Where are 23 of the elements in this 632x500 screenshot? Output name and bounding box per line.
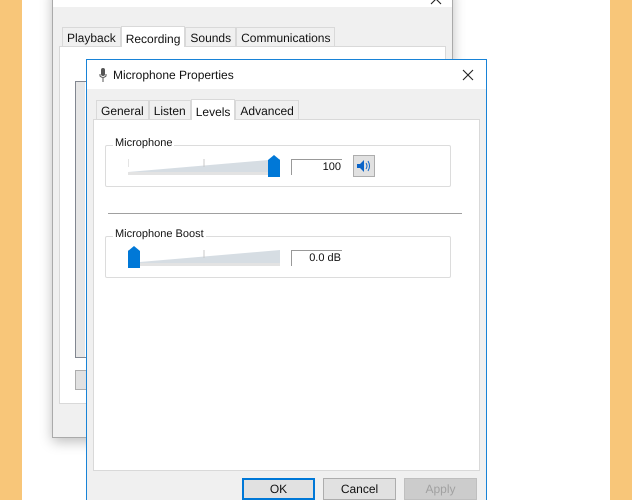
tab[interactable]: Advanced [235, 100, 299, 119]
tab[interactable]: Listen [148, 100, 191, 119]
slider-thumb[interactable] [128, 246, 140, 268]
speaker-button[interactable] [353, 155, 375, 177]
group-label: Microphone Boost [113, 229, 206, 240]
dialog-button[interactable]: OK [242, 478, 315, 500]
level-field[interactable]: 0.0 dB [291, 250, 342, 266]
dialog-button[interactable]: Cancel [323, 478, 396, 500]
volume-slider[interactable] [128, 246, 280, 268]
microphone-icon [99, 68, 107, 82]
group-label: Microphone [113, 138, 174, 149]
close-icon[interactable] [462, 68, 474, 80]
tab[interactable]: Recording [120, 26, 186, 47]
tab[interactable]: Levels [190, 99, 236, 120]
tab[interactable]: Communications [236, 27, 336, 46]
tab[interactable]: Sounds [185, 27, 236, 46]
slider-thumb[interactable] [268, 155, 280, 177]
level-field[interactable]: 100 [291, 159, 342, 175]
volume-slider[interactable] [128, 155, 280, 177]
dialog-title: Microphone Properties [113, 66, 235, 84]
speaker-icon [357, 160, 371, 172]
tab[interactable]: Playback [62, 27, 121, 46]
tab[interactable]: General [96, 100, 149, 119]
